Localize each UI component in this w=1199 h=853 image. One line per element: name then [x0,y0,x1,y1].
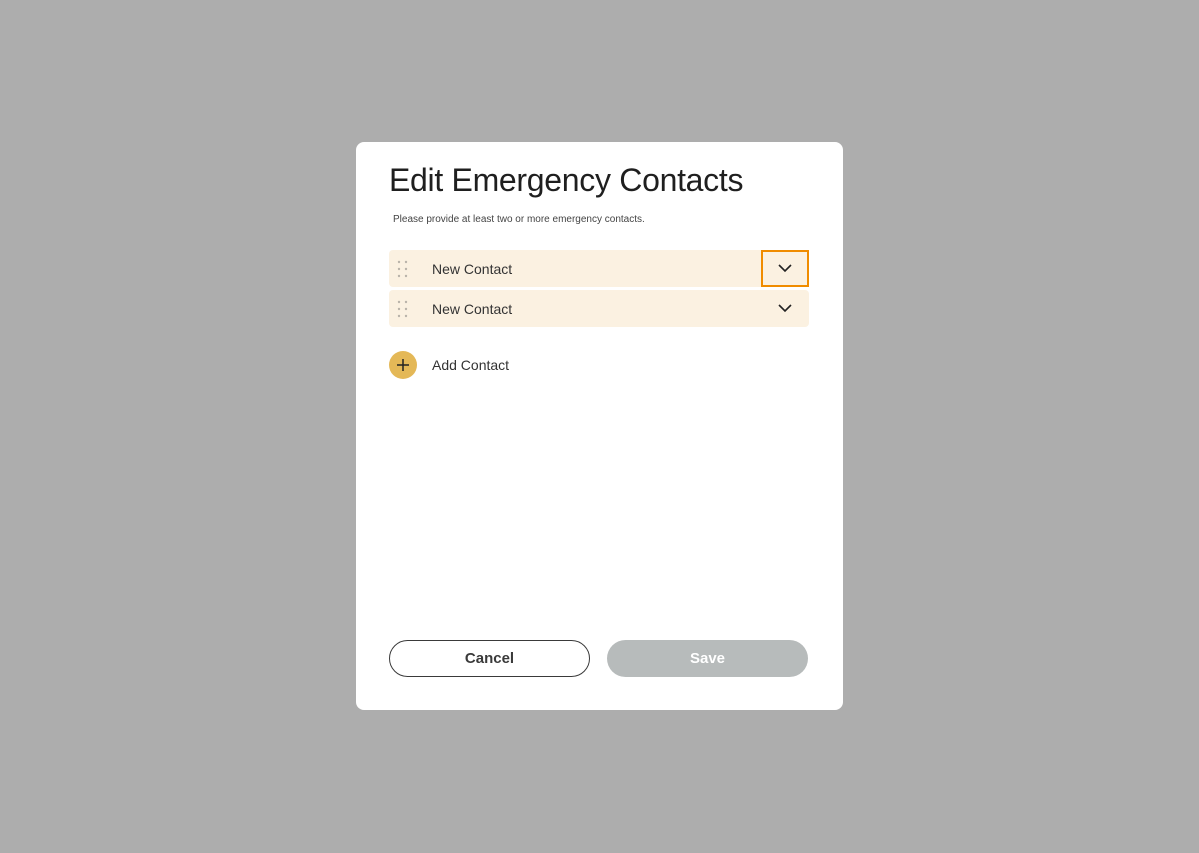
expand-contact-button[interactable] [761,250,809,287]
plus-icon[interactable] [389,351,417,379]
add-contact-button[interactable]: Add Contact [389,351,509,379]
chevron-down-icon [778,264,792,273]
expand-contact-button[interactable] [761,290,809,327]
drag-handle-icon[interactable] [397,260,409,278]
add-contact-label: Add Contact [432,357,510,373]
contact-name: New Contact [432,301,513,317]
dialog-subtitle: Please provide at least two or more emer… [393,214,645,225]
chevron-down-icon [778,304,792,313]
save-button[interactable]: Save [607,640,808,677]
edit-emergency-contacts-dialog: Edit Emergency Contacts Please provide a… [356,142,843,710]
contact-row[interactable]: New Contact [389,290,809,327]
drag-handle-icon[interactable] [397,300,409,318]
contact-name: New Contact [432,261,513,277]
cancel-button[interactable]: Cancel [389,640,590,677]
dialog-title: Edit Emergency Contacts [389,162,744,198]
contact-row[interactable]: New Contact [389,250,809,287]
